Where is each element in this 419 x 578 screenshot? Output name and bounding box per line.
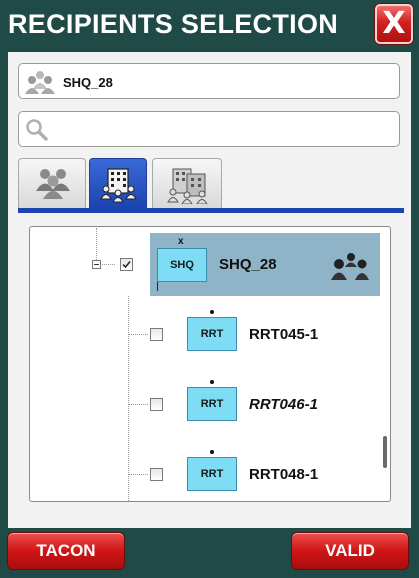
building-icon (100, 168, 137, 203)
group-users-tab[interactable] (18, 158, 86, 208)
selected-recipient-name: SHQ_28 (63, 75, 113, 90)
search-input[interactable] (55, 118, 391, 140)
search-field[interactable] (18, 111, 400, 147)
minus-icon (94, 264, 99, 265)
child-checkbox[interactable] (150, 398, 163, 411)
group-icon (331, 253, 369, 280)
window-title: RECIPIENTS SELECTION (8, 9, 339, 39)
tab-underline (18, 208, 404, 213)
tree-connector (128, 474, 148, 475)
tree-connector (100, 264, 115, 265)
selected-recipient-field[interactable]: SHQ_28 (18, 63, 400, 99)
close-icon: X (382, 6, 406, 41)
root-node-stem (157, 282, 158, 291)
tree-connector (128, 296, 129, 501)
child-node-box[interactable]: RRT (187, 317, 237, 351)
node-dot (210, 450, 214, 454)
checkmark-icon (122, 261, 131, 269)
title-bar: RECIPIENTS SELECTION X (0, 0, 419, 52)
root-node-box[interactable]: SHQ (157, 248, 207, 282)
search-icon (26, 119, 48, 141)
sites-tab[interactable] (152, 158, 222, 208)
cancel-button[interactable]: TACON (7, 532, 125, 570)
child-node-name: RRT046-1 (249, 396, 318, 413)
node-dot (210, 380, 214, 384)
tree-connector (128, 334, 148, 335)
organization-tab[interactable] (89, 158, 147, 208)
close-button[interactable]: X (375, 4, 413, 44)
child-node-name: RRT048-1 (249, 466, 319, 483)
child-node-name: RRT045-1 (249, 326, 319, 343)
collapse-toggle[interactable] (92, 260, 101, 269)
child-checkbox[interactable] (150, 468, 163, 481)
users-group-icon (36, 169, 70, 199)
root-node-name: SHQ_28 (219, 256, 277, 273)
confirm-button[interactable]: VALID (291, 532, 409, 570)
child-node-box[interactable]: RRT (187, 457, 237, 491)
node-dot (210, 310, 214, 314)
buildings-icon (167, 168, 208, 204)
root-checkbox[interactable] (120, 258, 133, 271)
tree-connector (96, 228, 97, 264)
tree-connector (128, 404, 148, 405)
child-checkbox[interactable] (150, 328, 163, 341)
group-icon (25, 71, 55, 94)
root-marker: x (178, 236, 184, 247)
child-node-box[interactable]: RRT (187, 387, 237, 421)
tree-scrollbar[interactable] (383, 436, 387, 468)
